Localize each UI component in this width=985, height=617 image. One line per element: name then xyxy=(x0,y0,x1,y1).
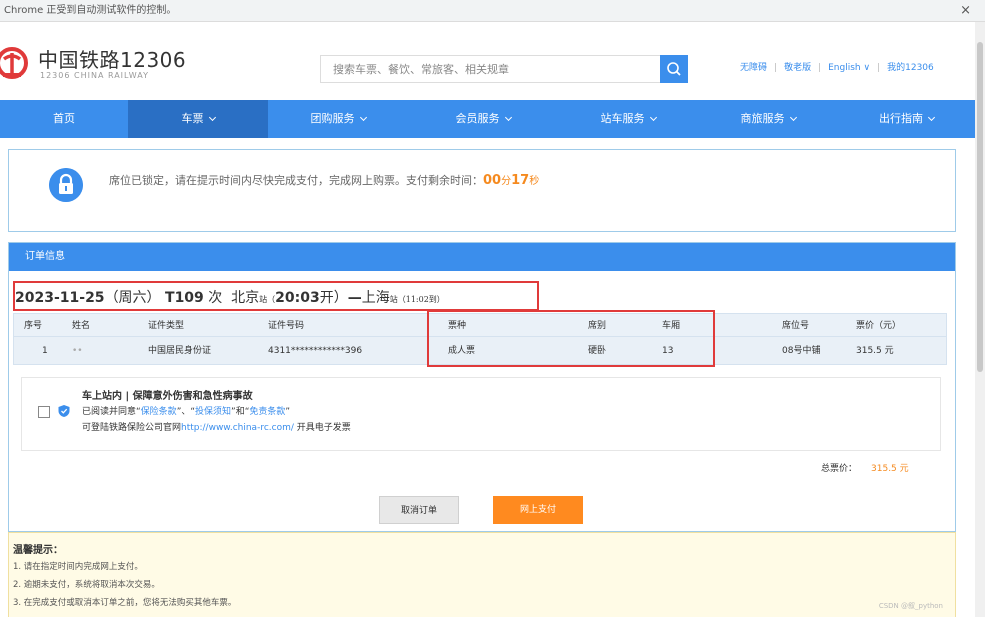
lock-icon xyxy=(49,168,83,202)
tip-item: 2. 逾期未支付，系统将取消本次交易。 xyxy=(13,580,160,590)
automation-infobar: Chrome 正受到自动测试软件的控制。 × xyxy=(0,0,985,22)
link-elder[interactable]: 敬老版 xyxy=(784,63,811,73)
total-price-value: 315.5 元 xyxy=(871,464,909,474)
search-input[interactable] xyxy=(321,56,660,82)
tips-panel: 温馨提示： 1. 请在指定时间内完成网上支付。 2. 逾期未支付，系统将取消本次… xyxy=(8,532,956,617)
main-nav: 首页 车票 团购服务 会员服务 站车服务 商旅服务 出行指南 xyxy=(0,100,975,138)
tip-item: 3. 在完成支付或取消本订单之前，您将无法购买其他车票。 xyxy=(13,598,237,608)
insurance-invoice: 可登陆铁路保险公司官网http://www.china-rc.com/ 开具电子… xyxy=(82,423,351,433)
insurance-title: 车上站内 | 保障意外伤害和急性病事故 xyxy=(82,391,253,402)
shield-icon xyxy=(58,405,70,417)
logo-title[interactable]: 中国铁路12306 xyxy=(38,44,186,73)
logo-subtitle: 12306 CHINA RAILWAY xyxy=(40,71,149,80)
chevron-down-icon xyxy=(789,113,797,122)
total-price: 总票价： 315.5 元 xyxy=(821,464,909,474)
nav-group[interactable]: 团购服务 xyxy=(268,100,408,138)
scrollbar-thumb[interactable] xyxy=(977,42,983,372)
nav-business[interactable]: 商旅服务 xyxy=(698,100,838,138)
insurance-checkbox[interactable] xyxy=(38,406,50,418)
nav-guide[interactable]: 出行指南 xyxy=(838,100,975,138)
exemption-terms-link[interactable]: 免责条款 xyxy=(249,407,285,417)
nav-station[interactable]: 站车服务 xyxy=(558,100,698,138)
insurance-notice-link[interactable]: 投保须知 xyxy=(195,407,231,417)
order-panel-title: 订单信息 xyxy=(9,243,955,271)
insurance-box: 车上站内 | 保障意外伤害和急性病事故 已阅读并同意“保险条款”、“投保须知”和… xyxy=(21,377,941,451)
page-scrollbar[interactable] xyxy=(975,22,985,617)
chevron-down-icon xyxy=(927,113,936,122)
site-header: 中国铁路12306 12306 CHINA RAILWAY 无障碍|敬老版|En… xyxy=(0,22,975,100)
tip-item: 1. 请在指定时间内完成网上支付。 xyxy=(13,562,143,572)
infobar-close-button[interactable]: × xyxy=(960,0,971,22)
order-panel: 订单信息 2023-11-25（周六） T109 次 北京站（20:03开）—上… xyxy=(8,242,956,532)
link-accessibility[interactable]: 无障碍 xyxy=(740,63,767,73)
search-button[interactable] xyxy=(660,55,688,83)
link-english[interactable]: English ∨ xyxy=(828,63,870,73)
insurer-site-link[interactable]: http://www.china-rc.com/ xyxy=(181,423,294,433)
chevron-down-icon xyxy=(649,113,657,122)
cancel-order-button[interactable]: 取消订单 xyxy=(379,496,459,524)
search-icon xyxy=(667,62,681,76)
nav-member[interactable]: 会员服务 xyxy=(408,100,558,138)
infobar-text: Chrome 正受到自动测试软件的控制。 xyxy=(4,5,177,16)
ticket-highlight xyxy=(427,310,715,367)
link-my12306[interactable]: 我的12306 xyxy=(887,63,934,73)
browser-page: Chrome 正受到自动测试软件的控制。 × 中国铁路12306 12306 C… xyxy=(0,0,985,617)
remaining-time: 00分17秒 xyxy=(483,173,540,188)
nav-tickets[interactable]: 车票 xyxy=(128,100,268,138)
watermark: CSDN @叙_python xyxy=(878,602,943,610)
online-pay-button[interactable]: 网上支付 xyxy=(493,496,583,524)
railway-logo-icon xyxy=(0,47,28,79)
top-links: 无障碍 | 敬老版 | English ∨ | 我的12306 xyxy=(740,63,934,73)
trip-summary: 2023-11-25（周六） T109 次 北京站（20:03开）—上海站（11… xyxy=(15,290,445,306)
tips-title: 温馨提示： xyxy=(13,545,63,556)
chevron-down-icon xyxy=(504,113,512,122)
insurance-terms-link[interactable]: 保险条款 xyxy=(141,407,177,417)
search-box xyxy=(320,55,660,83)
nav-home[interactable]: 首页 xyxy=(0,100,128,138)
chevron-down-icon xyxy=(359,113,367,122)
insurance-agreement: 已阅读并同意“保险条款”、“投保须知”和“免责条款” xyxy=(82,407,291,417)
notice-text: 席位已锁定，请在提示时间内尽快完成支付，完成网上购票。支付剩余时间：00分17秒 xyxy=(109,173,540,188)
chevron-down-icon xyxy=(208,113,216,122)
seat-lock-notice: 席位已锁定，请在提示时间内尽快完成支付，完成网上购票。支付剩余时间：00分17秒 xyxy=(8,149,956,232)
